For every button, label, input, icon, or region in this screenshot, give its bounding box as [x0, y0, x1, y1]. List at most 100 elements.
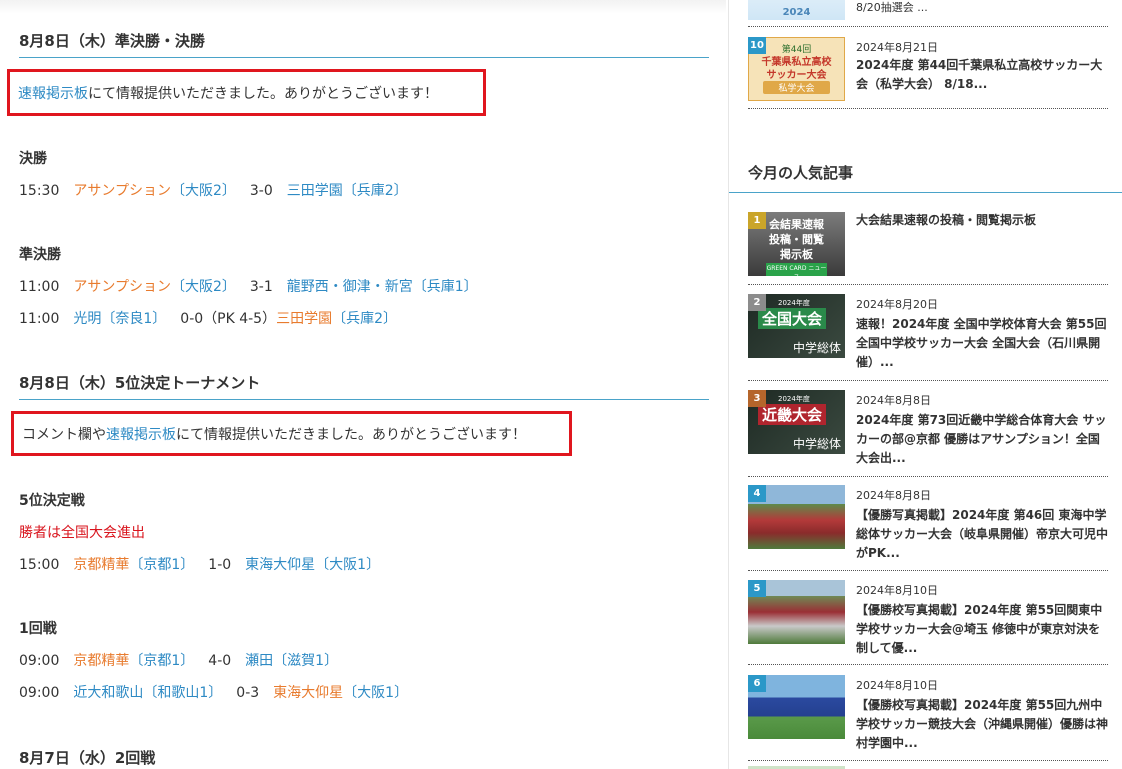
thumbnail-text: 2024年度 — [778, 299, 810, 307]
heading-underline — [729, 192, 1122, 193]
popular-post-1[interactable]: 会結果速報 投稿・閲覧 掲示板 GREEN CARD ニュース 1 大会結果速報… — [748, 212, 1108, 276]
match-score: 3-1 — [249, 279, 273, 295]
team-link[interactable]: 京都精華 — [73, 653, 129, 669]
match-score: 0-3 — [236, 685, 260, 701]
team-link[interactable]: 光明 — [73, 311, 101, 327]
pref-link[interactable]: 〔大阪1〕 — [315, 557, 380, 573]
post-date: 2024年8月8日 — [856, 394, 931, 407]
info-notice-1: 速報掲示板 にて情報提供いただきました。ありがとうございます！ — [7, 69, 486, 116]
thumbnail-text: 全国大会 — [758, 308, 827, 329]
bulletin-board-link[interactable]: 速報掲示板 — [18, 83, 88, 103]
pref-link[interactable]: 〔大阪1〕 — [343, 685, 408, 701]
team-link[interactable]: 瀬田 — [245, 653, 273, 669]
post-thumbnail[interactable]: 2024 — [748, 0, 845, 20]
pref-link[interactable]: 〔和歌山1〕 — [143, 685, 222, 701]
post-title[interactable]: 【優勝校写真掲載】2024年度 第55回関東中学校サッカー大会@埼玉 修徳中が東… — [856, 601, 1111, 658]
popular-articles-heading: 今月の人気記事 — [748, 164, 854, 182]
fifth-place-heading: 5位決定戦 — [19, 493, 85, 509]
post-title[interactable]: 大会結果速報の投稿・閲覧掲示板 — [856, 211, 1111, 230]
popular-post-5[interactable]: 5 2024年8月10日 【優勝校写真掲載】2024年度 第55回関東中学校サッ… — [748, 580, 1108, 655]
pref-link[interactable]: 〔京都1〕 — [129, 653, 194, 669]
team-link[interactable]: 東海大仰星 — [273, 685, 343, 701]
notice-prefix: コメント欄や — [22, 426, 106, 443]
post-title[interactable]: 【優勝校写真掲載】2024年度 第55回九州中学校サッカー競技大会（沖縄県開催）… — [856, 696, 1111, 753]
pref-link[interactable]: 〔兵庫2〕 — [343, 183, 408, 199]
pref-link[interactable]: 〔滋賀1〕 — [273, 653, 338, 669]
post-separator — [748, 108, 1108, 109]
match-score: 0-0（PK 4-5） — [180, 311, 277, 327]
post-separator — [748, 26, 1108, 27]
match-row: 11:00 アサンプション〔大阪2〕 3-1 龍野西・御津・新宮〔兵庫1〕 — [19, 276, 478, 296]
rank-badge: 2 — [748, 294, 766, 311]
rank-badge: 4 — [748, 485, 766, 502]
team-link[interactable]: 龍野西・御津・新宮 — [287, 279, 413, 295]
match-score: 3-0 — [249, 183, 273, 199]
notice-text: にて情報提供いただきました。ありがとうございます！ — [88, 85, 438, 102]
pref-link[interactable]: 〔兵庫1〕 — [413, 279, 478, 295]
popular-post-3[interactable]: 2024年度 近畿大会 中学総体 3 2024年8月8日 2024年度 第73回… — [748, 390, 1108, 465]
pref-link[interactable]: 〔奈良1〕 — [101, 311, 166, 327]
notice-text: にて情報提供いただきました。ありがとうございます！ — [176, 426, 526, 443]
post-separator — [748, 570, 1108, 571]
match-time: 15:30 — [19, 183, 60, 199]
rank-badge: 5 — [748, 580, 766, 597]
post-separator — [748, 476, 1108, 477]
final-heading: 決勝 — [19, 151, 47, 167]
post-date: 2024年8月10日 — [856, 679, 938, 692]
match-time: 15:00 — [19, 557, 60, 573]
post-separator — [748, 380, 1108, 381]
rank-badge: 10 — [748, 37, 766, 54]
popular-post-4[interactable]: 4 2024年8月8日 【優勝写真掲載】2024年度 第46回 東海中学総体サッ… — [748, 485, 1108, 560]
thumbnail-text: サッカー大会 — [766, 70, 827, 81]
team-link[interactable]: 東海大仰星 — [245, 557, 315, 573]
team-link[interactable]: アサンプション — [73, 183, 171, 199]
popular-post-2[interactable]: 2024年度 全国大会 中学総体 2 2024年8月20日 速報！2024年度 … — [748, 294, 1108, 369]
match-row: 09:00 近大和歌山〔和歌山1〕 0-3 東海大仰星〔大阪1〕 — [19, 682, 408, 702]
match-row: 15:30 アサンプション〔大阪2〕 3-0 三田学園〔兵庫2〕 — [19, 180, 408, 200]
qualification-note: 勝者は全国大会進出 — [19, 525, 145, 541]
post-date: 2024年8月10日 — [856, 584, 938, 597]
match-score: 4-0 — [208, 653, 232, 669]
team-link[interactable]: アサンプション — [73, 279, 171, 295]
match-time: 09:00 — [19, 653, 60, 669]
post-date: 2024年8月8日 — [856, 489, 931, 502]
match-time: 11:00 — [19, 279, 60, 295]
semifinal-heading: 準決勝 — [19, 247, 61, 263]
post-separator — [748, 284, 1108, 285]
match-time: 09:00 — [19, 685, 60, 701]
rank-badge: 1 — [748, 212, 766, 229]
post-date: 2024年8月20日 — [856, 298, 938, 311]
team-link[interactable]: 三田学園 — [276, 311, 332, 327]
match-row: 09:00 京都精華〔京都1〕 4-0 瀬田〔滋賀1〕 — [19, 650, 338, 670]
pref-link[interactable]: 〔大阪2〕 — [171, 279, 236, 295]
post-title[interactable]: 2024年度 第44回千葉県私立高校サッカー大会（私学大会） 8/18... — [856, 56, 1111, 94]
match-row: 15:00 京都精華〔京都1〕 1-0 東海大仰星〔大阪1〕 — [19, 554, 380, 574]
post-separator — [748, 664, 1108, 665]
section-heading-round2: 8月7日（水）2回戦 — [19, 749, 156, 767]
pref-link[interactable]: 〔大阪2〕 — [171, 183, 236, 199]
thumbnail-text: 近畿大会 — [758, 404, 827, 425]
post-title[interactable]: 速報！2024年度 全国中学校体育大会 第55回全国中学校サッカー大会 全国大会… — [856, 315, 1111, 372]
sidebar-post[interactable]: 第44回 千葉県私立高校 サッカー大会 私学大会 10 2024年8月21日 2… — [748, 37, 1108, 101]
team-link[interactable]: 近大和歌山 — [73, 685, 143, 701]
pref-link[interactable]: 〔兵庫2〕 — [332, 311, 397, 327]
thumbnail-text: GREEN CARD ニュース — [766, 263, 827, 276]
thumbnail-text: 中学総体 — [792, 341, 841, 355]
match-time: 11:00 — [19, 311, 60, 327]
thumbnail-text: 投稿・閲覧 — [769, 233, 824, 246]
match-score: 1-0 — [208, 557, 232, 573]
team-link[interactable]: 京都精華 — [73, 557, 129, 573]
match-row: 11:00 光明〔奈良1〕 0-0（PK 4-5）三田学園〔兵庫2〕 — [19, 308, 397, 328]
post-title[interactable]: 8/20抽選会 ... — [856, 0, 1111, 17]
popular-post-6[interactable]: 6 2024年8月10日 【優勝校写真掲載】2024年度 第55回九州中学校サッ… — [748, 675, 1108, 750]
post-title[interactable]: 2024年度 第73回近畿中学総合体育大会 サッカーの部@京都 優勝はアサンプシ… — [856, 411, 1111, 468]
section-heading-fifth-place: 8月8日（木）5位決定トーナメント — [19, 372, 709, 400]
thumbnail-text: 掲示板 — [780, 248, 813, 261]
info-notice-2: コメント欄や 速報掲示板 にて情報提供いただきました。ありがとうございます！ — [11, 411, 572, 456]
post-separator — [748, 760, 1108, 761]
post-title[interactable]: 【優勝写真掲載】2024年度 第46回 東海中学総体サッカー大会（岐阜県開催）帝… — [856, 506, 1111, 563]
sidebar-post[interactable]: 2024 8/20抽選会 ... — [748, 0, 1108, 20]
bulletin-board-link[interactable]: 速報掲示板 — [106, 424, 176, 444]
team-link[interactable]: 三田学園 — [287, 183, 343, 199]
pref-link[interactable]: 〔京都1〕 — [129, 557, 194, 573]
